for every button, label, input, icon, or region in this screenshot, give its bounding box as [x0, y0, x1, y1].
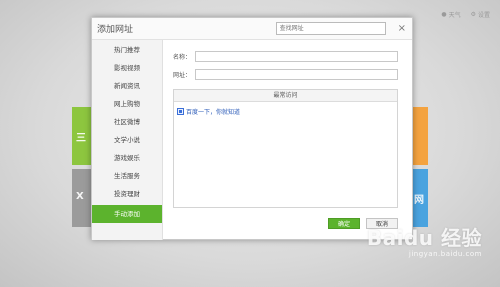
sidebar-item-shopping[interactable]: 网上购物	[92, 95, 162, 113]
dialog-title: 添加网址	[97, 25, 134, 35]
settings-label: 设置	[477, 12, 490, 19]
tile-glyph: X	[76, 191, 84, 202]
manual-add-panel: 名称： 网址： 最常访问 百度一下，你就知道 确定 取消	[163, 40, 412, 240]
top-right-toolbar: ● 天气 ⚙ 设置	[441, 10, 490, 19]
sidebar-item-news[interactable]: 新闻资讯	[92, 77, 162, 95]
name-field[interactable]	[195, 50, 398, 62]
name-row: 名称：	[173, 50, 398, 62]
sidebar-item-novels[interactable]: 文学小说	[92, 131, 162, 149]
tile-glyph: 网	[414, 195, 424, 206]
sidebar-item-video[interactable]: 影视视频	[92, 59, 162, 77]
baidu-jingyan-watermark: Baidu 经验 jingyan.baidu.com	[367, 222, 482, 258]
search-input[interactable]	[275, 22, 386, 35]
settings-link[interactable]: ⚙ 设置	[471, 10, 490, 19]
sidebar-item-life[interactable]: 生活服务	[92, 167, 162, 185]
watermark-url: jingyan.baidu.com	[408, 250, 482, 258]
watermark-logo: Baidu 经验	[366, 226, 482, 250]
dialog-header: 添加网址 ×	[92, 18, 412, 40]
url-row: 网址：	[173, 68, 398, 80]
url-label: 网址：	[173, 71, 192, 79]
sidebar-item-games[interactable]: 游戏娱乐	[92, 149, 162, 167]
dialog-body: 热门推荐 影视视频 新闻资讯 网上购物 社区微博 文学小说 游戏娱乐 生活服务 …	[92, 40, 412, 240]
sidebar-item-manual-add[interactable]: 手动添加	[92, 205, 162, 223]
sidebar-item-hot[interactable]: 热门推荐	[92, 41, 162, 59]
weather-link[interactable]: ● 天气	[441, 10, 460, 19]
list-item[interactable]: 百度一下，你就知道	[174, 102, 397, 116]
close-icon[interactable]: ×	[398, 23, 406, 34]
add-url-dialog: 添加网址 × 热门推荐 影视视频 新闻资讯 网上购物 社区微博 文学小说 游戏娱…	[91, 17, 413, 240]
tile-glyph: 三	[76, 133, 86, 144]
confirm-button[interactable]: 确定	[328, 218, 360, 229]
list-item-label: 百度一下，你就知道	[186, 109, 241, 116]
settings-icon: ⚙	[470, 11, 476, 18]
baidu-favicon-icon	[177, 108, 184, 115]
weather-label: 天气	[448, 12, 461, 19]
category-sidebar: 热门推荐 影视视频 新闻资讯 网上购物 社区微博 文学小说 游戏娱乐 生活服务 …	[92, 40, 163, 240]
url-field[interactable]	[195, 68, 398, 80]
name-label: 名称：	[173, 53, 192, 61]
header-controls: ×	[275, 22, 406, 35]
most-visited-header: 最常访问	[174, 90, 397, 102]
most-visited-box: 最常访问 百度一下，你就知道	[173, 89, 398, 208]
sidebar-item-community[interactable]: 社区微博	[92, 113, 162, 131]
sidebar-item-finance[interactable]: 投资理财	[92, 185, 162, 203]
location-pin-icon: ●	[441, 11, 447, 18]
